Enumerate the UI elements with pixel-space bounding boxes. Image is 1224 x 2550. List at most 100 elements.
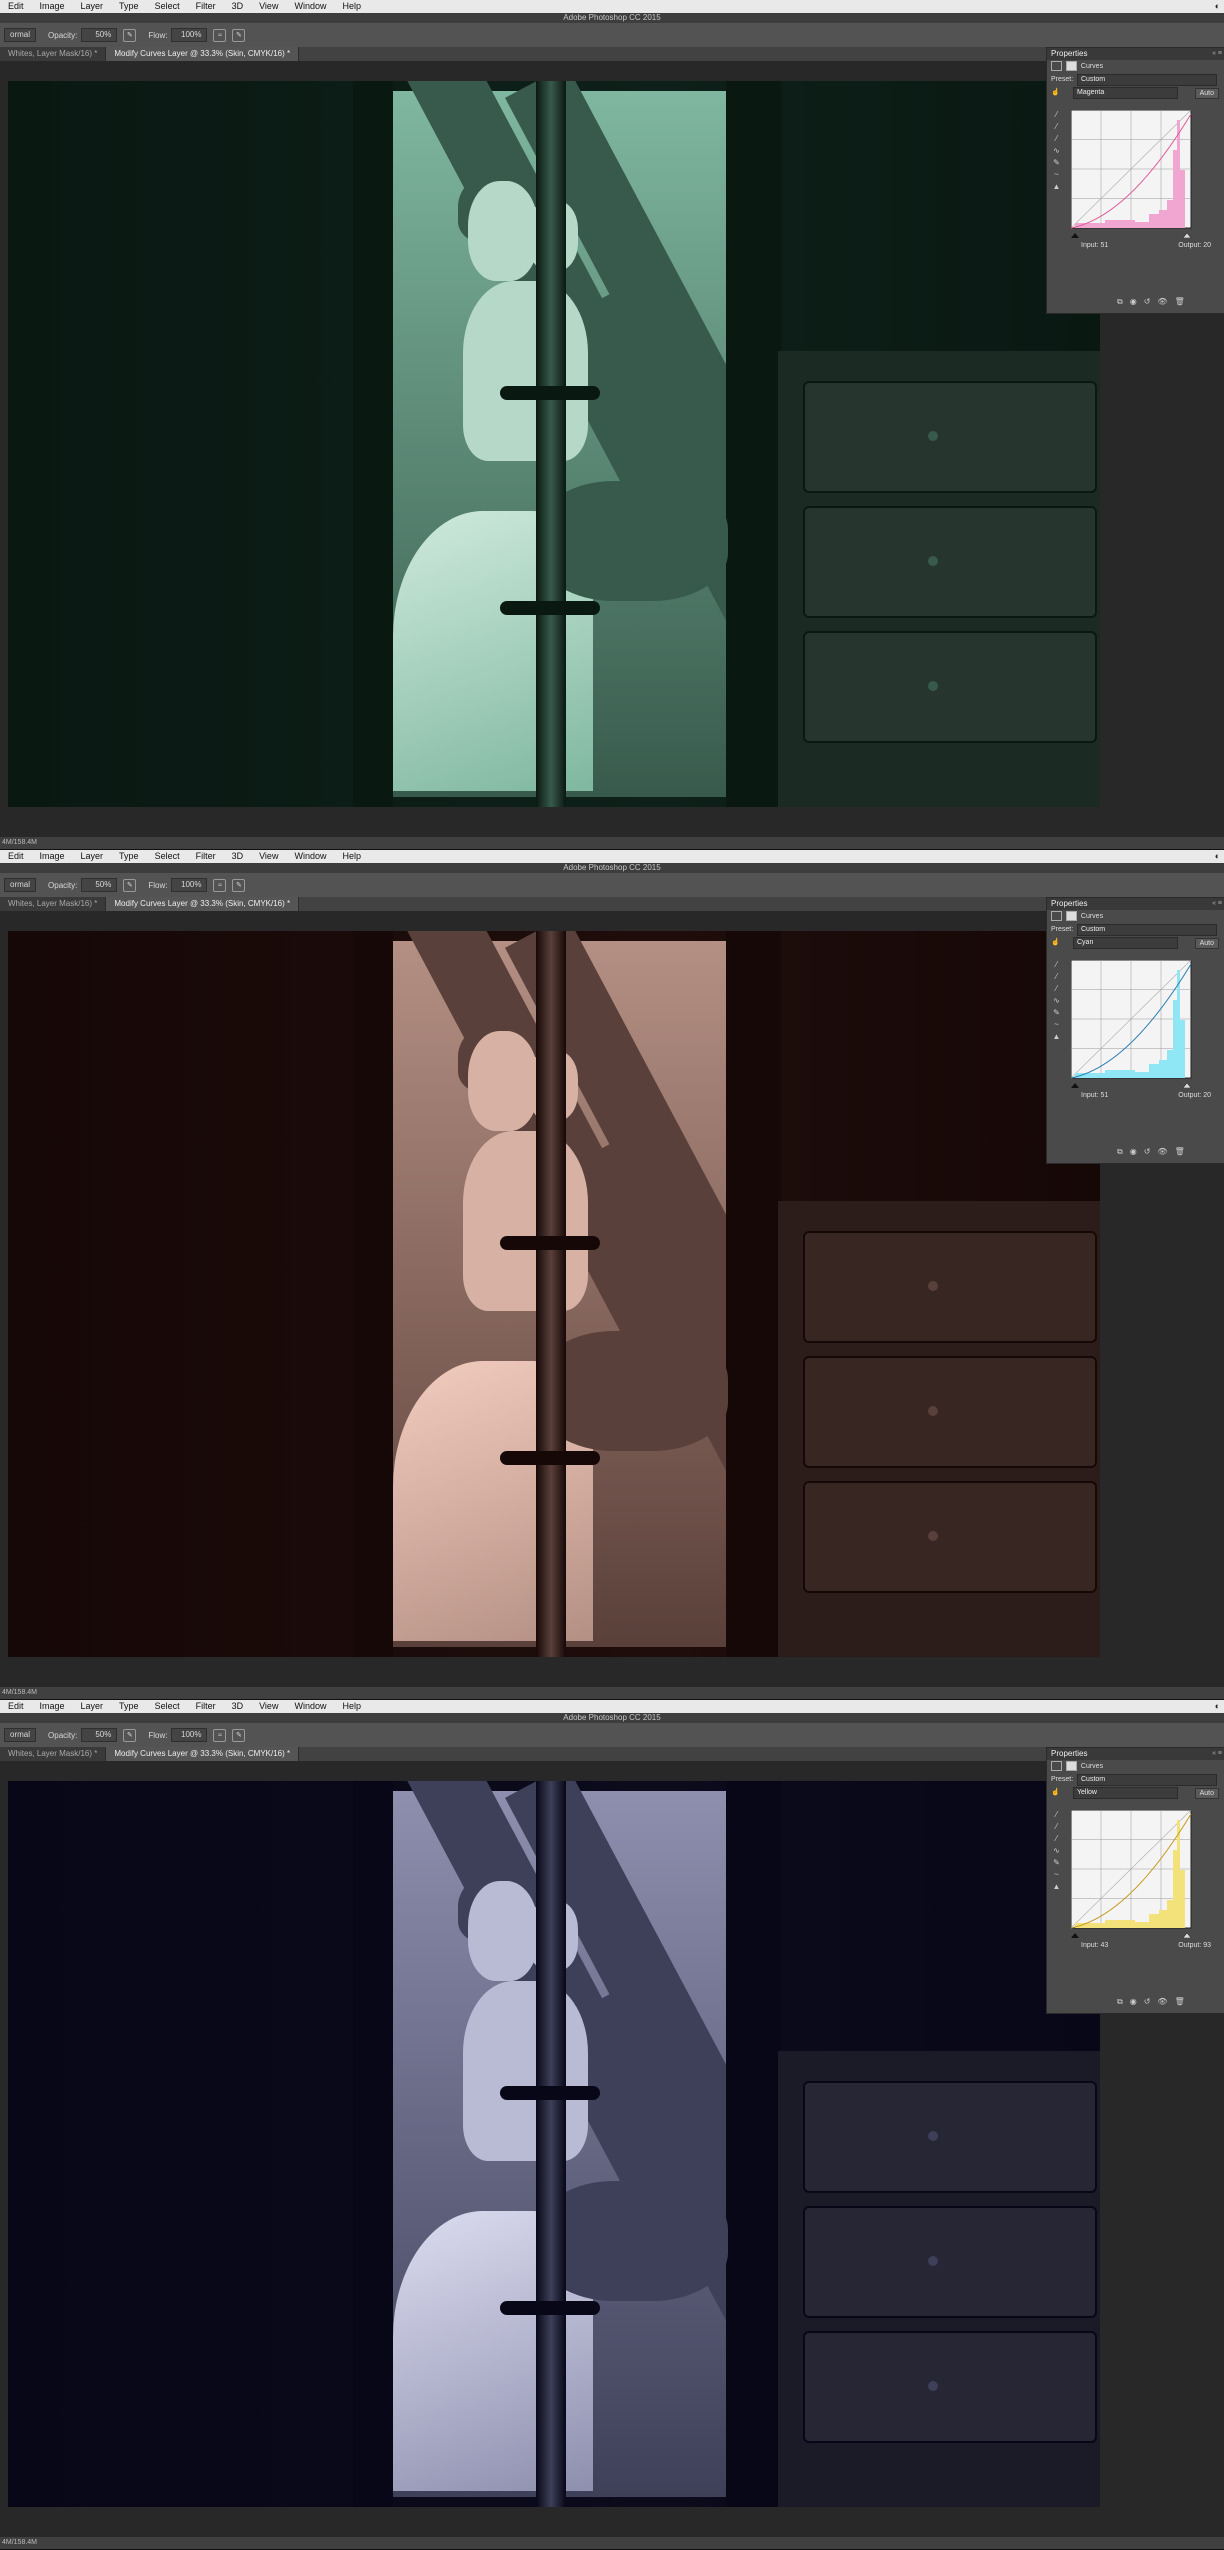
panel-menu-icon[interactable]: « ≡ <box>1212 1748 1222 1760</box>
curves-adjustment-icon[interactable] <box>1051 61 1062 72</box>
curves-adjustment-icon[interactable] <box>1051 911 1062 922</box>
curves-graph[interactable] <box>1071 110 1201 238</box>
black-slider-icon[interactable] <box>1071 1933 1079 1938</box>
preset-select[interactable]: Custom <box>1077 924 1217 936</box>
control-strip-icon[interactable]: ◐ <box>1215 1700 1220 1713</box>
menu-window[interactable]: Window <box>286 1700 334 1713</box>
flow-input[interactable]: 100% <box>171 878 208 892</box>
reset-icon[interactable]: ↺ <box>1144 1997 1151 2007</box>
menu-filter[interactable]: Filter <box>188 850 224 863</box>
pressure-size-icon[interactable]: ✎ <box>232 28 246 42</box>
gray-point-eyedropper-icon[interactable]: ⁄ <box>1052 122 1061 131</box>
black-point-eyedropper-icon[interactable]: ⁄ <box>1052 960 1061 969</box>
menu-edit[interactable]: Edit <box>0 1700 32 1713</box>
output-value[interactable]: 20 <box>1203 1092 1211 1099</box>
white-slider-icon[interactable] <box>1182 232 1192 238</box>
pressure-size-icon[interactable]: ✎ <box>232 1728 246 1742</box>
gray-point-eyedropper-icon[interactable]: ⁄ <box>1052 1822 1061 1831</box>
smooth-curve-icon[interactable]: ~ <box>1052 1870 1061 1879</box>
draw-curve-icon[interactable]: ✎ <box>1052 1858 1061 1867</box>
flow-input[interactable]: 100% <box>171 28 208 42</box>
pressure-opacity-icon[interactable]: ✎ <box>123 1728 137 1742</box>
visibility-eye-icon[interactable]: 👁 <box>1157 1147 1167 1157</box>
input-value[interactable]: 51 <box>1100 242 1108 249</box>
clipping-warning-icon[interactable]: ▲ <box>1052 1032 1061 1041</box>
tab-whites-layer-mask[interactable]: Whites, Layer Mask/16) * <box>0 47 107 61</box>
clip-to-layer-icon[interactable]: ⧉ <box>1117 297 1123 307</box>
tab-modify-curves[interactable]: Modify Curves Layer @ 33.3% (Skin, CMYK/… <box>106 47 300 61</box>
layer-mask-icon[interactable] <box>1065 1761 1077 1772</box>
menu-help[interactable]: Help <box>334 1700 369 1713</box>
menu-filter[interactable]: Filter <box>188 1700 224 1713</box>
menu-3d[interactable]: 3D <box>224 850 252 863</box>
input-value[interactable]: 43 <box>1100 1942 1108 1949</box>
canvas-area[interactable] <box>0 1761 1224 2537</box>
clipping-warning-icon[interactable]: ▲ <box>1052 1882 1061 1891</box>
opacity-input[interactable]: 50% <box>81 878 118 892</box>
document-canvas[interactable] <box>8 1781 1100 2507</box>
clip-to-layer-icon[interactable]: ⧉ <box>1117 1147 1123 1157</box>
view-previous-icon[interactable]: ◉ <box>1130 1147 1137 1157</box>
reset-icon[interactable]: ↺ <box>1144 1147 1151 1157</box>
reset-icon[interactable]: ↺ <box>1144 297 1151 307</box>
airbrush-icon[interactable]: ≈ <box>213 28 227 42</box>
tab-whites-layer-mask[interactable]: Whites, Layer Mask/16) * <box>0 1747 107 1761</box>
menu-filter[interactable]: Filter <box>188 0 224 13</box>
menu-select[interactable]: Select <box>147 1700 188 1713</box>
pressure-opacity-icon[interactable]: ✎ <box>123 28 137 42</box>
draw-curve-icon[interactable]: ✎ <box>1052 1008 1061 1017</box>
menu-image[interactable]: Image <box>32 850 73 863</box>
edit-points-icon[interactable]: ∿ <box>1052 146 1061 155</box>
delete-icon[interactable]: 🗑 <box>1175 297 1185 307</box>
targeted-adjustment-icon[interactable]: ☝ <box>1051 939 1060 946</box>
tab-modify-curves[interactable]: Modify Curves Layer @ 33.3% (Skin, CMYK/… <box>106 897 300 911</box>
channel-select[interactable]: Yellow <box>1073 1787 1178 1799</box>
pressure-size-icon[interactable]: ✎ <box>232 878 246 892</box>
auto-button[interactable]: Auto <box>1194 938 1219 949</box>
menu-image[interactable]: Image <box>32 0 73 13</box>
control-strip-icon[interactable]: ◐ <box>1215 850 1220 863</box>
document-canvas[interactable] <box>8 81 1100 807</box>
menu-type[interactable]: Type <box>111 0 147 13</box>
smooth-curve-icon[interactable]: ~ <box>1052 1020 1061 1029</box>
panel-menu-icon[interactable]: « ≡ <box>1212 898 1222 910</box>
airbrush-icon[interactable]: ≈ <box>213 1728 227 1742</box>
airbrush-icon[interactable]: ≈ <box>213 878 227 892</box>
menu-edit[interactable]: Edit <box>0 0 32 13</box>
menu-window[interactable]: Window <box>286 850 334 863</box>
curves-graph[interactable] <box>1071 960 1201 1088</box>
white-point-eyedropper-icon[interactable]: ⁄ <box>1052 134 1061 143</box>
tab-modify-curves[interactable]: Modify Curves Layer @ 33.3% (Skin, CMYK/… <box>106 1747 300 1761</box>
clip-to-layer-icon[interactable]: ⧉ <box>1117 1997 1123 2007</box>
smooth-curve-icon[interactable]: ~ <box>1052 170 1061 179</box>
black-slider-icon[interactable] <box>1071 233 1079 238</box>
menu-help[interactable]: Help <box>334 0 369 13</box>
layer-mask-icon[interactable] <box>1065 911 1077 922</box>
white-slider-icon[interactable] <box>1182 1932 1192 1938</box>
menu-select[interactable]: Select <box>147 0 188 13</box>
preset-select[interactable]: Custom <box>1077 1774 1217 1786</box>
gray-point-eyedropper-icon[interactable]: ⁄ <box>1052 972 1061 981</box>
view-previous-icon[interactable]: ◉ <box>1130 1997 1137 2007</box>
output-value[interactable]: 20 <box>1203 242 1211 249</box>
canvas-area[interactable] <box>0 61 1224 837</box>
preset-select[interactable]: Custom <box>1077 74 1217 86</box>
edit-points-icon[interactable]: ∿ <box>1052 1846 1061 1855</box>
menu-layer[interactable]: Layer <box>73 850 112 863</box>
opacity-input[interactable]: 50% <box>81 28 118 42</box>
channel-select[interactable]: Cyan <box>1073 937 1178 949</box>
delete-icon[interactable]: 🗑 <box>1175 1997 1185 2007</box>
layer-mask-icon[interactable] <box>1065 61 1077 72</box>
flow-input[interactable]: 100% <box>171 1728 208 1742</box>
channel-select[interactable]: Magenta <box>1073 87 1178 99</box>
draw-curve-icon[interactable]: ✎ <box>1052 158 1061 167</box>
menu-image[interactable]: Image <box>32 1700 73 1713</box>
black-slider-icon[interactable] <box>1071 1083 1079 1088</box>
curves-graph[interactable] <box>1071 1810 1201 1938</box>
black-point-eyedropper-icon[interactable]: ⁄ <box>1052 1810 1061 1819</box>
white-point-eyedropper-icon[interactable]: ⁄ <box>1052 1834 1061 1843</box>
menu-help[interactable]: Help <box>334 850 369 863</box>
menu-view[interactable]: View <box>251 850 286 863</box>
visibility-eye-icon[interactable]: 👁 <box>1157 297 1167 307</box>
view-previous-icon[interactable]: ◉ <box>1130 297 1137 307</box>
